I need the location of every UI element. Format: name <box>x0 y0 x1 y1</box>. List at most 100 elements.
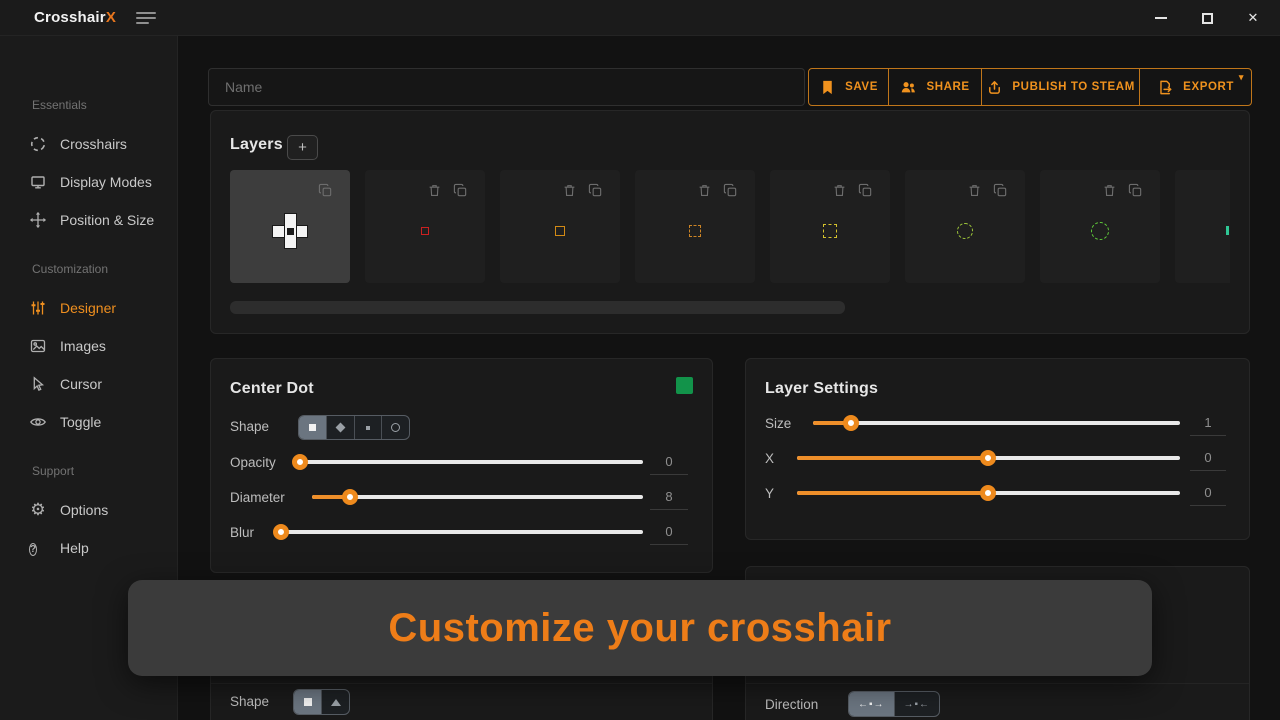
export-button[interactable]: EXPORT ▾ <box>1140 69 1251 105</box>
trash-icon[interactable] <box>1102 183 1117 198</box>
size-slider-handle[interactable] <box>843 415 859 431</box>
opacity-label: Opacity <box>230 455 276 470</box>
layers-scrollbar[interactable] <box>230 301 845 314</box>
opacity-slider[interactable] <box>295 460 643 464</box>
size-value[interactable]: 1 <box>1190 410 1226 436</box>
trash-icon[interactable] <box>697 183 712 198</box>
trash-icon[interactable] <box>427 183 442 198</box>
layer-tile-7[interactable] <box>1040 170 1160 283</box>
crosshair-preview <box>555 226 565 236</box>
arrows-outward-icon: ←▪→ <box>857 698 885 710</box>
action-button-group: SAVE SHARE PUBLISH TO STEAM EXPORT ▾ <box>808 68 1252 106</box>
tooltip-overlay: Customize your crosshair <box>128 580 1152 676</box>
eye-icon <box>29 413 47 431</box>
size-slider[interactable] <box>813 421 1180 425</box>
trash-icon[interactable] <box>967 183 982 198</box>
crosshair-preview <box>1226 226 1229 235</box>
duplicate-icon[interactable] <box>993 183 1008 198</box>
move-icon <box>29 211 47 229</box>
add-layer-button[interactable]: + <box>287 135 318 160</box>
image-icon <box>29 337 47 355</box>
size-label: Size <box>765 416 792 431</box>
x-value[interactable]: 0 <box>1190 445 1226 471</box>
maximize-button[interactable] <box>1194 6 1220 30</box>
sidebar-item-designer[interactable]: Designer <box>0 295 178 321</box>
close-button[interactable]: ✕ <box>1240 6 1266 30</box>
sidebar-item-display-modes[interactable]: Display Modes <box>0 169 178 195</box>
duplicate-icon[interactable] <box>588 183 603 198</box>
publish-to-steam-button[interactable]: PUBLISH TO STEAM <box>982 69 1141 105</box>
layer-tile-3[interactable] <box>500 170 620 283</box>
trash-icon[interactable] <box>832 183 847 198</box>
sidebar-item-cursor[interactable]: Cursor <box>0 371 178 397</box>
center-dot-shape-control <box>298 415 410 440</box>
layer-tile-2[interactable] <box>365 170 485 283</box>
x-slider-handle[interactable] <box>980 450 996 466</box>
minimize-button[interactable] <box>1148 6 1174 30</box>
diamond-icon <box>335 422 346 433</box>
duplicate-icon[interactable] <box>858 183 873 198</box>
layer-tile-5[interactable] <box>770 170 890 283</box>
trash-icon[interactable] <box>562 183 577 198</box>
layer-tile-8[interactable] <box>1175 170 1230 283</box>
sidebar-item-crosshairs[interactable]: Crosshairs <box>0 131 178 157</box>
square-icon <box>308 424 316 431</box>
shape-option-square[interactable] <box>294 690 322 714</box>
duplicate-icon[interactable] <box>723 183 738 198</box>
direction-option-outward[interactable]: ←▪→ <box>849 692 895 716</box>
diameter-slider[interactable] <box>312 495 643 499</box>
crosshair-icon <box>29 135 47 153</box>
help-icon: ? <box>29 543 38 556</box>
name-input[interactable] <box>208 68 805 106</box>
duplicate-icon[interactable] <box>318 183 333 198</box>
crosshair-preview <box>823 224 837 238</box>
duplicate-icon[interactable] <box>1128 183 1143 198</box>
shape-option-circle[interactable] <box>382 416 409 439</box>
menu-icon[interactable] <box>136 12 156 24</box>
shape-option-triangle[interactable] <box>322 690 349 714</box>
sidebar-item-position-size[interactable]: Position & Size <box>0 207 178 233</box>
bookmark-icon <box>819 79 836 96</box>
save-button[interactable]: SAVE <box>809 69 890 105</box>
blur-slider-handle[interactable] <box>273 524 289 540</box>
direction-label: Direction <box>765 697 819 712</box>
sliders-icon <box>29 299 47 317</box>
title-bar: CrosshairX ✕ <box>0 0 1280 36</box>
layer-settings-title: Layer Settings <box>765 380 879 397</box>
diameter-slider-handle[interactable] <box>342 489 358 505</box>
sidebar-item-toggle[interactable]: Toggle <box>0 409 178 435</box>
layer-tile-4[interactable] <box>635 170 755 283</box>
layer-tile-6[interactable] <box>905 170 1025 283</box>
y-slider-handle[interactable] <box>980 485 996 501</box>
export-icon <box>1157 79 1174 96</box>
diameter-value[interactable]: 8 <box>650 484 688 510</box>
layer-tile-1[interactable] <box>230 170 350 283</box>
crosshair-preview <box>421 227 429 235</box>
minimize-icon <box>1155 17 1167 19</box>
monitor-icon <box>29 173 47 191</box>
blur-value[interactable]: 0 <box>650 519 688 545</box>
gear-icon: ⚙ <box>30 500 46 519</box>
section-header-support: Support <box>32 464 75 478</box>
share-button[interactable]: SHARE <box>889 69 983 105</box>
sidebar-item-images[interactable]: Images <box>0 333 178 359</box>
direction-option-inward[interactable]: →▪← <box>895 692 940 716</box>
sidebar-item-options[interactable]: ⚙ Options <box>0 497 178 523</box>
duplicate-icon[interactable] <box>453 183 468 198</box>
opacity-value[interactable]: 0 <box>650 449 688 475</box>
crosshair-preview <box>689 225 701 237</box>
shape-option-diamond[interactable] <box>327 416 355 439</box>
opacity-slider-handle[interactable] <box>292 454 308 470</box>
chevron-down-icon[interactable]: ▾ <box>1239 72 1244 83</box>
sidebar-item-help[interactable]: ? Help <box>0 535 178 561</box>
shape-option-dot[interactable] <box>355 416 383 439</box>
y-value[interactable]: 0 <box>1190 480 1226 506</box>
overlay-text: Customize your crosshair <box>388 605 892 650</box>
square-icon <box>303 698 312 706</box>
app-title: Crosshair <box>34 9 106 26</box>
color-indicator[interactable] <box>676 377 693 394</box>
blur-slider[interactable] <box>277 530 643 534</box>
maximize-icon <box>1201 12 1213 24</box>
triangle-icon <box>330 698 341 706</box>
shape-option-square[interactable] <box>299 416 327 439</box>
